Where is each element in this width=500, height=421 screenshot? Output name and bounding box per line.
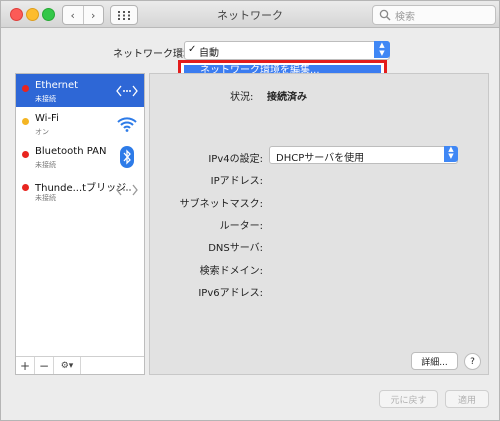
ipv4-config-label: IPv4の設定: bbox=[208, 154, 263, 165]
status-label: 状況: bbox=[230, 92, 254, 103]
location-popup[interactable]: ✓ 自動 ▲ ▼ bbox=[184, 41, 390, 60]
detail-panel bbox=[149, 73, 489, 375]
ethernet-icon bbox=[116, 80, 138, 102]
updown-chevron-icon: ▲ ▼ bbox=[374, 41, 390, 58]
ipv4-config-value: DHCPサーバを使用 bbox=[276, 153, 365, 164]
service-list-toolbar: + − ⚙▾ bbox=[16, 356, 144, 374]
service-item-bluetooth-pan[interactable]: Bluetooth PAN 未接続 bbox=[16, 140, 144, 173]
service-status: 未接続 bbox=[35, 194, 56, 202]
remove-service-button[interactable]: − bbox=[35, 357, 54, 374]
service-status: 未接続 bbox=[35, 161, 56, 169]
advanced-button[interactable]: 詳細... bbox=[411, 352, 458, 370]
status-value: 接続済み bbox=[267, 92, 307, 103]
search-field[interactable]: 検索 bbox=[372, 5, 496, 25]
service-item-wifi[interactable]: Wi-Fi オン bbox=[16, 107, 144, 140]
service-item-ethernet[interactable]: Ethernet 未接続 bbox=[16, 74, 144, 107]
status-dot bbox=[22, 184, 29, 191]
ipv4-config-popup[interactable]: DHCPサーバを使用 ▲ ▼ bbox=[269, 146, 458, 164]
service-list: Ethernet 未接続 Wi-Fi オン Bluetooth PAN 未接続 … bbox=[15, 73, 145, 375]
service-item-thunderbolt-bridge[interactable]: Thunde...tブリッジ 未接続 bbox=[16, 173, 144, 206]
bluetooth-icon bbox=[116, 146, 138, 168]
network-preferences-window: ‹ › ネットワーク 検索 ネットワーク環境 ✓ 自動 ▲ ▼ ネットワーク環境… bbox=[0, 0, 500, 421]
service-status: オン bbox=[35, 128, 49, 136]
thunderbolt-bridge-icon bbox=[116, 179, 138, 201]
status-dot bbox=[22, 85, 29, 92]
status-dot bbox=[22, 151, 29, 158]
wifi-icon bbox=[116, 113, 138, 135]
service-status: 未接続 bbox=[35, 95, 56, 103]
subnet-mask-label: サブネットマスク: bbox=[179, 199, 263, 210]
search-icon bbox=[379, 9, 391, 21]
service-name: Thunde...tブリッジ bbox=[35, 183, 127, 194]
title-bar: ‹ › ネットワーク 検索 bbox=[1, 1, 499, 28]
search-domains-label: 検索ドメイン: bbox=[199, 266, 263, 277]
apply-button[interactable]: 適用 bbox=[445, 390, 489, 408]
location-label: ネットワーク環境 bbox=[113, 49, 193, 60]
dns-server-label: DNSサーバ: bbox=[208, 243, 263, 254]
add-service-button[interactable]: + bbox=[16, 357, 35, 374]
checkmark-icon: ✓ bbox=[188, 44, 197, 55]
status-dot bbox=[22, 118, 29, 125]
ipv6-address-label: IPv6アドレス: bbox=[198, 288, 263, 299]
router-label: ルーター: bbox=[219, 221, 263, 232]
help-button[interactable]: ? bbox=[464, 353, 481, 370]
gear-menu-button[interactable]: ⚙▾ bbox=[54, 357, 81, 374]
search-placeholder: 検索 bbox=[395, 11, 415, 23]
revert-button[interactable]: 元に戻す bbox=[379, 390, 438, 408]
ip-address-label: IPアドレス: bbox=[210, 176, 263, 187]
service-name: Wi-Fi bbox=[35, 113, 59, 124]
location-value: 自動 bbox=[199, 48, 219, 59]
service-name: Ethernet bbox=[35, 80, 79, 91]
service-name: Bluetooth PAN bbox=[35, 146, 107, 157]
updown-chevron-icon: ▲ ▼ bbox=[444, 146, 458, 162]
